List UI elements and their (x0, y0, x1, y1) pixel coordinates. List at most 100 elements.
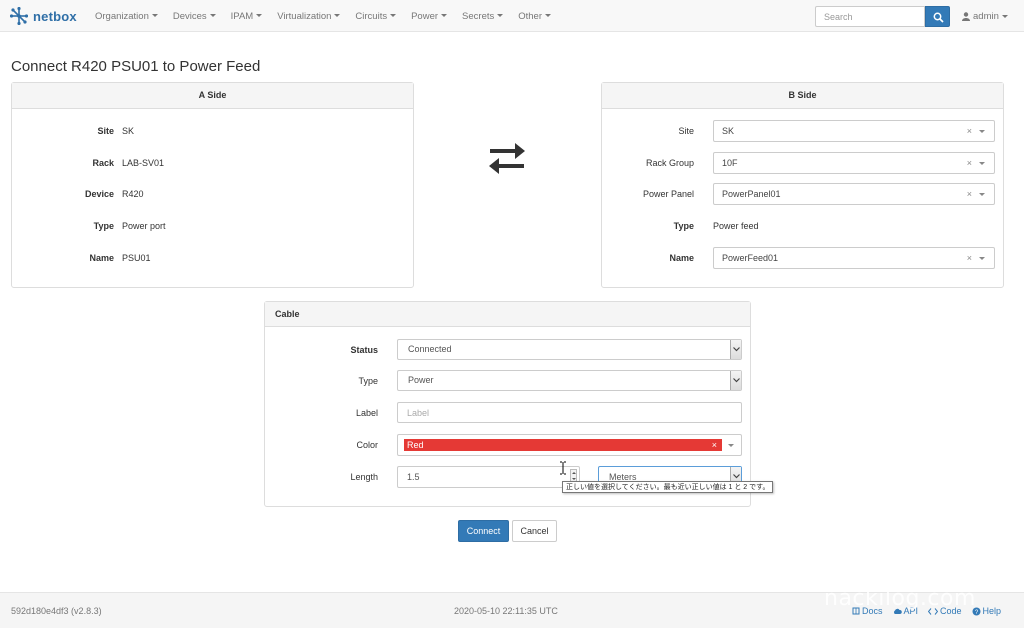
menu-circuits[interactable]: Circuits (355, 10, 397, 22)
code-link[interactable]: Code (928, 606, 962, 616)
b-power-panel-value: PowerPanel01 (722, 189, 781, 199)
book-icon (852, 607, 860, 615)
caret-down-icon (334, 14, 341, 18)
cable-length-input[interactable] (397, 466, 580, 488)
clear-icon[interactable]: × (967, 184, 972, 204)
cable-type-label: Type (358, 376, 378, 386)
chevron-down-icon (733, 378, 740, 383)
search-input[interactable] (815, 6, 925, 27)
code-icon (928, 607, 939, 615)
chevron-down-icon (979, 162, 985, 165)
chevron-down-icon (979, 130, 985, 133)
a-type-label: Type (93, 221, 114, 231)
spinner-up-icon[interactable] (572, 472, 576, 474)
clear-icon[interactable]: × (967, 153, 972, 173)
cable-color-label: Color (356, 440, 378, 450)
menu-organization[interactable]: Organization (95, 11, 158, 22)
code-link-label: Code (940, 606, 962, 616)
a-site-label: Site (97, 126, 114, 136)
menu-virtualization[interactable]: Virtualization (277, 11, 341, 22)
brand-name: netbox (33, 8, 77, 24)
b-name-label: Name (669, 253, 694, 263)
menu-label: Other (518, 10, 543, 22)
caret-down-icon (390, 14, 397, 18)
color-swatch: Red × (404, 439, 722, 451)
caret-down-icon (1001, 14, 1008, 18)
menu-label: Secrets (462, 10, 495, 22)
page-title: Connect R420 PSU01 to Power Feed (11, 58, 261, 75)
help-link-label: Help (982, 606, 1002, 616)
clear-icon[interactable]: × (712, 439, 717, 451)
cable-color-select[interactable]: Red × (397, 434, 742, 456)
menu-label: IPAM (230, 10, 254, 22)
b-rack-group-value: 10F (722, 158, 738, 168)
user-menu[interactable]: admin (962, 0, 1008, 32)
cable-type-value: Power (408, 375, 434, 385)
cable-color-value: Red (407, 440, 424, 450)
cable-status-value: Connected (408, 344, 452, 354)
api-link[interactable]: API (893, 606, 919, 616)
cable-label-input[interactable] (397, 402, 742, 423)
menu-power[interactable]: Power (411, 11, 448, 22)
b-rack-group-label: Rack Group (645, 158, 694, 168)
a-device-label: Device (84, 189, 114, 199)
menu-other[interactable]: Other (518, 10, 552, 22)
docs-link[interactable]: Docs (852, 606, 883, 616)
chevron-down-icon (979, 257, 985, 260)
b-type-row: Type (602, 215, 694, 237)
b-name-value: PowerFeed01 (722, 253, 779, 263)
menu-secrets[interactable]: Secrets (462, 10, 504, 22)
menu-label: Circuits (355, 10, 388, 22)
help-link[interactable]: ? Help (972, 606, 1002, 616)
version-text: 592d180e4df3 (v2.8.3) (11, 606, 102, 616)
b-power-panel-row: Power Panel (602, 183, 694, 205)
cable-heading: Cable (265, 302, 750, 327)
a-type-value: Power port (122, 221, 166, 231)
b-type-value: Power feed (713, 221, 759, 231)
b-name-select[interactable]: PowerFeed01 × (713, 247, 995, 269)
main-menu: Organization Devices IPAM Virtualization… (95, 0, 566, 32)
cable-status-row: Status (265, 339, 378, 361)
cloud-icon (893, 608, 902, 614)
user-name: admin (973, 10, 999, 22)
menu-ipam[interactable]: IPAM (231, 11, 263, 22)
b-power-panel-select[interactable]: PowerPanel01 × (713, 183, 995, 205)
text-cursor-icon (560, 461, 566, 475)
b-rack-group-select[interactable]: 10F × (713, 152, 995, 174)
cancel-button[interactable]: Cancel (512, 520, 557, 542)
b-power-panel-label: Power Panel (642, 189, 694, 199)
connect-button[interactable]: Connect (458, 520, 509, 542)
chevron-down-icon (733, 347, 740, 352)
help-icon: ? (972, 607, 981, 616)
length-field (397, 466, 580, 488)
search-button[interactable] (925, 6, 950, 27)
clear-icon[interactable]: × (967, 121, 972, 141)
footer-links: Docs API Code ? Help (852, 593, 1011, 629)
cable-status-select[interactable]: Connected (397, 339, 742, 360)
b-type-label: Type (673, 221, 694, 231)
cable-length-label: Length (350, 472, 378, 482)
cable-type-select[interactable]: Power (397, 370, 742, 391)
a-type-row: Type (12, 215, 114, 237)
cable-type-row: Type (265, 370, 378, 392)
docs-link-label: Docs (862, 606, 883, 616)
brand-link[interactable]: netbox (10, 5, 77, 27)
api-link-label: API (903, 606, 919, 616)
b-side-heading: B Side (602, 83, 1003, 109)
b-site-row: Site (602, 120, 694, 142)
menu-devices[interactable]: Devices (173, 11, 216, 22)
select-arrow (730, 340, 741, 359)
user-icon (962, 11, 970, 21)
a-device-row: Device (12, 183, 114, 205)
a-name-value: PSU01 (122, 253, 151, 263)
b-name-row: Name (602, 247, 694, 269)
search-icon (933, 12, 944, 23)
chevron-down-icon (979, 193, 985, 196)
b-site-select[interactable]: SK × (713, 120, 995, 142)
spinner-down-icon[interactable] (572, 478, 576, 480)
cable-length-row: Length (265, 466, 378, 488)
a-rack-value: LAB-SV01 (122, 158, 165, 168)
chevron-down-icon (728, 444, 734, 447)
clear-icon[interactable]: × (967, 248, 972, 268)
caret-down-icon (151, 14, 158, 18)
